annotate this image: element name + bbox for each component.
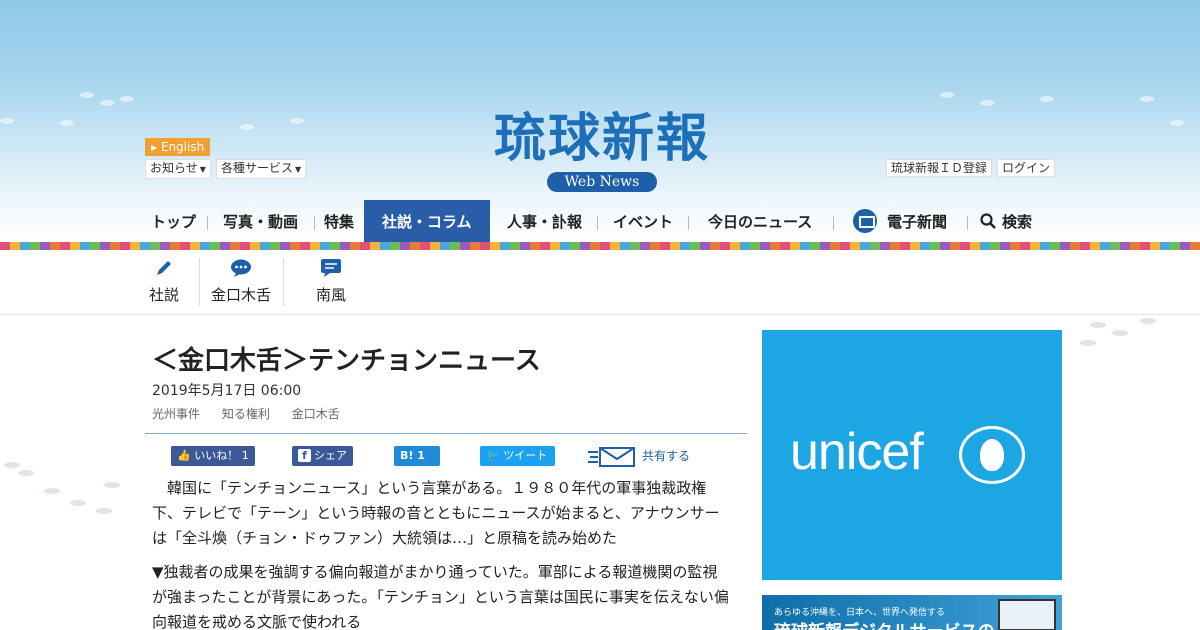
site-logo[interactable]: 琉球新報 Web News: [452, 108, 752, 192]
english-link[interactable]: ▸ English: [145, 138, 211, 156]
nav-separator: [833, 216, 834, 230]
fish-decoration: [100, 100, 114, 106]
subnav-editorial[interactable]: 社説: [148, 258, 180, 305]
fish-decoration: [104, 482, 120, 488]
news-menu[interactable]: お知らせ ▼: [145, 159, 211, 179]
nav-personnel[interactable]: 人事・訃報: [507, 200, 582, 244]
message-icon: [321, 259, 341, 277]
fish-decoration: [80, 92, 94, 98]
article-title: ＜金口木舌＞テンチョンニュース: [152, 346, 541, 376]
article-paragraph: ▼独裁者の成果を強調する偏向報道がまかり通っていた。軍部による報道機関の監視が強…: [152, 563, 729, 630]
nav-editorial[interactable]: 社説・コラム: [364, 200, 490, 244]
fish-decoration: [96, 508, 112, 514]
nav-separator: [688, 216, 689, 230]
fish-decoration: [1040, 96, 1054, 102]
fish-decoration: [70, 500, 86, 506]
fish-decoration: [290, 118, 304, 124]
pen-icon: [157, 261, 171, 275]
thumbs-up-icon: 👍: [177, 449, 191, 462]
nav-e-paper[interactable]: 電子新聞: [853, 200, 947, 244]
main-nav: トップ 写真・動画 特集 社説・コラム 人事・訃報 イベント 今日のニュース 電…: [145, 200, 1055, 244]
unicef-emblem-icon: [959, 426, 1025, 484]
fish-decoration: [1090, 322, 1106, 328]
fish-decoration: [120, 96, 134, 102]
pattern-divider: [0, 242, 1200, 250]
digital-service-ad[interactable]: あらゆる沖縄を、日本へ、世界へ発信する 琉球新報デジタルサービスの: [762, 595, 1062, 630]
search-icon: [980, 212, 996, 229]
nav-separator: [207, 216, 208, 230]
fish-decoration: [1080, 340, 1096, 346]
speech-bubble-icon: [231, 259, 251, 277]
fish-decoration: [18, 470, 34, 476]
article-paragraph: 韓国に「テンチョンニュース」という言葉がある。１９８０年代の軍事独裁政権下、テレ…: [152, 479, 720, 547]
nav-photo-video[interactable]: 写真・動画: [223, 200, 298, 244]
nav-separator: [967, 216, 968, 230]
caret-down-icon: ▼: [295, 165, 302, 174]
fish-decoration: [980, 100, 994, 106]
divider: [145, 433, 747, 434]
tag-link[interactable]: 知る権利: [222, 407, 270, 421]
nav-today-news[interactable]: 今日のニュース: [708, 200, 812, 244]
nav-event[interactable]: イベント: [613, 200, 673, 244]
fish-decoration: [1112, 330, 1128, 336]
article-date: 2019年5月17日 06:00: [152, 383, 302, 399]
nav-separator: [597, 216, 598, 230]
play-icon: ▸: [151, 140, 158, 154]
subnav-nanpu[interactable]: 南風: [314, 258, 348, 305]
fish-decoration: [44, 488, 60, 494]
unicef-ad[interactable]: unicef: [762, 330, 1062, 580]
facebook-like-button[interactable]: 👍 いいね！ 1: [171, 446, 255, 466]
tweet-button[interactable]: 🐦 ツイート: [480, 446, 555, 466]
subnav-kinkou-mokuzetsu[interactable]: 金口木舌: [209, 258, 273, 305]
mail-icon: [588, 446, 635, 467]
caret-down-icon: ▼: [199, 165, 206, 174]
hatena-bookmark-button[interactable]: B! 1: [394, 446, 440, 466]
fish-decoration: [4, 462, 20, 468]
fish-decoration: [0, 118, 14, 124]
id-register-link[interactable]: 琉球新報ＩＤ登録: [886, 159, 993, 177]
tag-link[interactable]: 金口木舌: [292, 407, 340, 421]
fish-decoration: [1140, 96, 1154, 102]
nav-separator: [314, 216, 315, 230]
nav-top[interactable]: トップ: [151, 200, 196, 244]
fish-decoration: [240, 124, 254, 130]
site-header: ▸ English お知らせ ▼ 各種サービス ▼ 琉球新報 Web News 琉球…: [0, 0, 1200, 244]
fish-decoration: [1170, 120, 1184, 126]
monitor-icon: [853, 208, 877, 233]
hatena-icon: B!: [400, 449, 414, 462]
fish-decoration: [940, 92, 954, 98]
nav-feature[interactable]: 特集: [324, 200, 354, 244]
sub-nav: 社説 金口木舌 南風: [0, 250, 1200, 315]
device-screen-icon: [998, 599, 1056, 630]
facebook-icon: f: [298, 449, 311, 462]
login-link[interactable]: ログイン: [997, 159, 1056, 177]
subnav-separator: [199, 258, 200, 306]
nav-search[interactable]: 検索: [980, 200, 1032, 244]
article-tags: 光州事件 知る権利 金口木舌: [152, 405, 358, 422]
share-button[interactable]: 共有する: [588, 444, 690, 468]
fish-decoration: [60, 120, 74, 126]
twitter-icon: 🐦: [486, 449, 500, 462]
services-menu[interactable]: 各種サービス ▼: [216, 159, 307, 179]
subnav-separator: [283, 258, 284, 306]
fish-decoration: [1140, 318, 1156, 324]
facebook-share-button[interactable]: f シェア: [292, 446, 353, 466]
tag-link[interactable]: 光州事件: [152, 407, 200, 421]
